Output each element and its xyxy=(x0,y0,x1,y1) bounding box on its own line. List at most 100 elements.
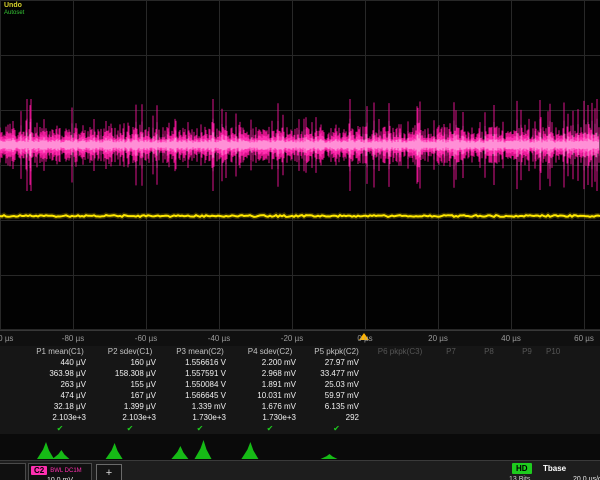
histicon[interactable] xyxy=(52,450,69,459)
measure-cell-value xyxy=(368,357,432,368)
measure-col-header-4[interactable]: P4 sdev(C2) xyxy=(235,346,305,357)
time-axis: -100 µs-80 µs-60 µs-40 µs-20 µs0 µs20 µs… xyxy=(0,330,600,347)
axis-tick-label: 20 µs xyxy=(428,334,448,343)
measure-col-header-2[interactable]: P2 sdev(C1) xyxy=(95,346,165,357)
measure-cell-mean xyxy=(470,368,508,379)
measure-cell-num: 1.730e+3 xyxy=(235,412,305,423)
autoset-label[interactable]: Autoset xyxy=(4,10,24,17)
measure-cell-max xyxy=(368,390,432,401)
measure-cell-status: ✔ xyxy=(165,423,235,434)
histicon[interactable] xyxy=(37,442,54,459)
graticule xyxy=(0,0,600,330)
measure-cell-num: 2.103e+3 xyxy=(95,412,165,423)
measurement-table: P1 mean(C1)P2 sdev(C1)P3 mean(C2)P4 sdev… xyxy=(0,346,600,434)
histicon[interactable] xyxy=(241,442,258,459)
axis-tick-label: 0 µs xyxy=(357,334,372,343)
axis-tick-label: 60 µs xyxy=(574,334,594,343)
measure-cell-mean xyxy=(432,368,470,379)
measure-cell-sdev xyxy=(546,401,555,412)
measure-cell-sdev: 1.399 µV xyxy=(95,401,165,412)
measure-cell-num: 2.103e+3 xyxy=(25,412,95,423)
histicon[interactable] xyxy=(321,454,338,459)
measure-cell-sdev xyxy=(368,401,432,412)
row-label-gutter xyxy=(0,368,25,379)
measure-cell-min xyxy=(546,379,555,390)
measure-cell-num: 292 xyxy=(305,412,368,423)
measure-cell-max: 474 µV xyxy=(25,390,95,401)
measure-cell-min: 25.03 mV xyxy=(305,379,368,390)
measure-cell-num xyxy=(432,412,470,423)
row-label-gutter xyxy=(0,412,25,423)
oscilloscope-screen: Undo Autoset -100 µs-80 µs-60 µs-40 µs-2… xyxy=(0,0,600,480)
measure-cell-min: 1.550084 V xyxy=(165,379,235,390)
waveform-display[interactable]: Undo Autoset xyxy=(0,0,600,330)
measure-cell-num xyxy=(546,412,555,423)
measure-cell-num: 1.730e+3 xyxy=(165,412,235,423)
measure-col-header-7[interactable]: P7 xyxy=(432,346,470,357)
timebase-descriptor[interactable]: Tbase xyxy=(543,464,566,473)
measure-cell-min: 263 µV xyxy=(25,379,95,390)
measure-cell-min xyxy=(432,379,470,390)
measure-cell-mean: 363.98 µV xyxy=(25,368,95,379)
measure-cell-value xyxy=(508,357,546,368)
timebase-scale: 20.0 µs/div xyxy=(573,476,600,480)
measure-cell-sdev xyxy=(470,401,508,412)
measure-cell-value xyxy=(470,357,508,368)
row-label-gutter xyxy=(0,346,25,357)
measure-cell-max: 167 µV xyxy=(95,390,165,401)
measure-cell-num xyxy=(470,412,508,423)
row-label-gutter xyxy=(0,390,25,401)
measure-cell-value: 160 µV xyxy=(95,357,165,368)
measure-cell-mean xyxy=(368,368,432,379)
measure-cell-sdev: 1.339 mV xyxy=(165,401,235,412)
measure-cell-max xyxy=(470,390,508,401)
c1-descriptor[interactable]: C1 DC1M 10.0 mV xyxy=(0,463,26,480)
c2-chip: C2 xyxy=(31,466,47,475)
measure-row-sdev: 32.18 µV1.399 µV1.339 mV1.676 mV6.135 mV xyxy=(0,401,600,412)
histicon[interactable] xyxy=(195,440,212,459)
measure-col-header-5[interactable]: P5 pkpk(C2) xyxy=(305,346,368,357)
c2-descriptor[interactable]: C2 BWL DC1M 10.0 mV xyxy=(28,463,92,480)
measure-cell-sdev: 32.18 µV xyxy=(25,401,95,412)
measure-cell-mean: 1.557591 V xyxy=(165,368,235,379)
axis-tick-label: 40 µs xyxy=(501,334,521,343)
measure-cell-num xyxy=(368,412,432,423)
measure-cell-value: 1.556616 V xyxy=(165,357,235,368)
axis-tick-label: -60 µs xyxy=(135,334,157,343)
measure-row-num: 2.103e+32.103e+31.730e+31.730e+3292 xyxy=(0,412,600,423)
measure-cell-value: 440 µV xyxy=(25,357,95,368)
row-label-gutter xyxy=(0,423,25,434)
measure-cell-value xyxy=(432,357,470,368)
measure-cell-min xyxy=(508,379,546,390)
add-trace-button[interactable]: + xyxy=(96,464,122,480)
measure-cell-status xyxy=(470,423,508,434)
measure-col-header-10[interactable]: P10 xyxy=(546,346,560,357)
histicon-svg[interactable] xyxy=(0,434,600,460)
measure-cell-max xyxy=(508,390,546,401)
measure-cell-min: 1.891 mV xyxy=(235,379,305,390)
measure-row-status: ✔✔✔✔✔ xyxy=(0,423,600,434)
measure-col-header-1[interactable]: P1 mean(C1) xyxy=(25,346,95,357)
hd-bits-label: 13 Bits xyxy=(509,476,530,480)
measure-col-header-9[interactable]: P9 xyxy=(508,346,546,357)
measure-cell-status: ✔ xyxy=(25,423,95,434)
measure-cell-min xyxy=(470,379,508,390)
grid-corner-annotation: Undo Autoset xyxy=(4,2,24,17)
axis-tick-label: -40 µs xyxy=(208,334,230,343)
measure-cell-mean: 158.308 µV xyxy=(95,368,165,379)
measure-col-header-6[interactable]: P6 pkpk(C3) xyxy=(368,346,432,357)
undo-label[interactable]: Undo xyxy=(4,2,24,10)
measure-cell-max xyxy=(546,390,555,401)
measure-cell-min xyxy=(368,379,432,390)
measure-row-max: 474 µV167 µV1.566645 V10.031 mV59.97 mV xyxy=(0,390,600,401)
measure-col-header-8[interactable]: P8 xyxy=(470,346,508,357)
measure-cell-num xyxy=(508,412,546,423)
measure-row-min: 263 µV155 µV1.550084 V1.891 mV25.03 mV xyxy=(0,379,600,390)
measure-col-header-3[interactable]: P3 mean(C2) xyxy=(165,346,235,357)
c1-trace[interactable] xyxy=(0,215,600,217)
measure-cell-max: 10.031 mV xyxy=(235,390,305,401)
histicon[interactable] xyxy=(106,443,123,459)
c2-coupling: BWL DC1M xyxy=(50,468,81,474)
measure-cell-status xyxy=(432,423,470,434)
histicon[interactable] xyxy=(171,446,188,459)
